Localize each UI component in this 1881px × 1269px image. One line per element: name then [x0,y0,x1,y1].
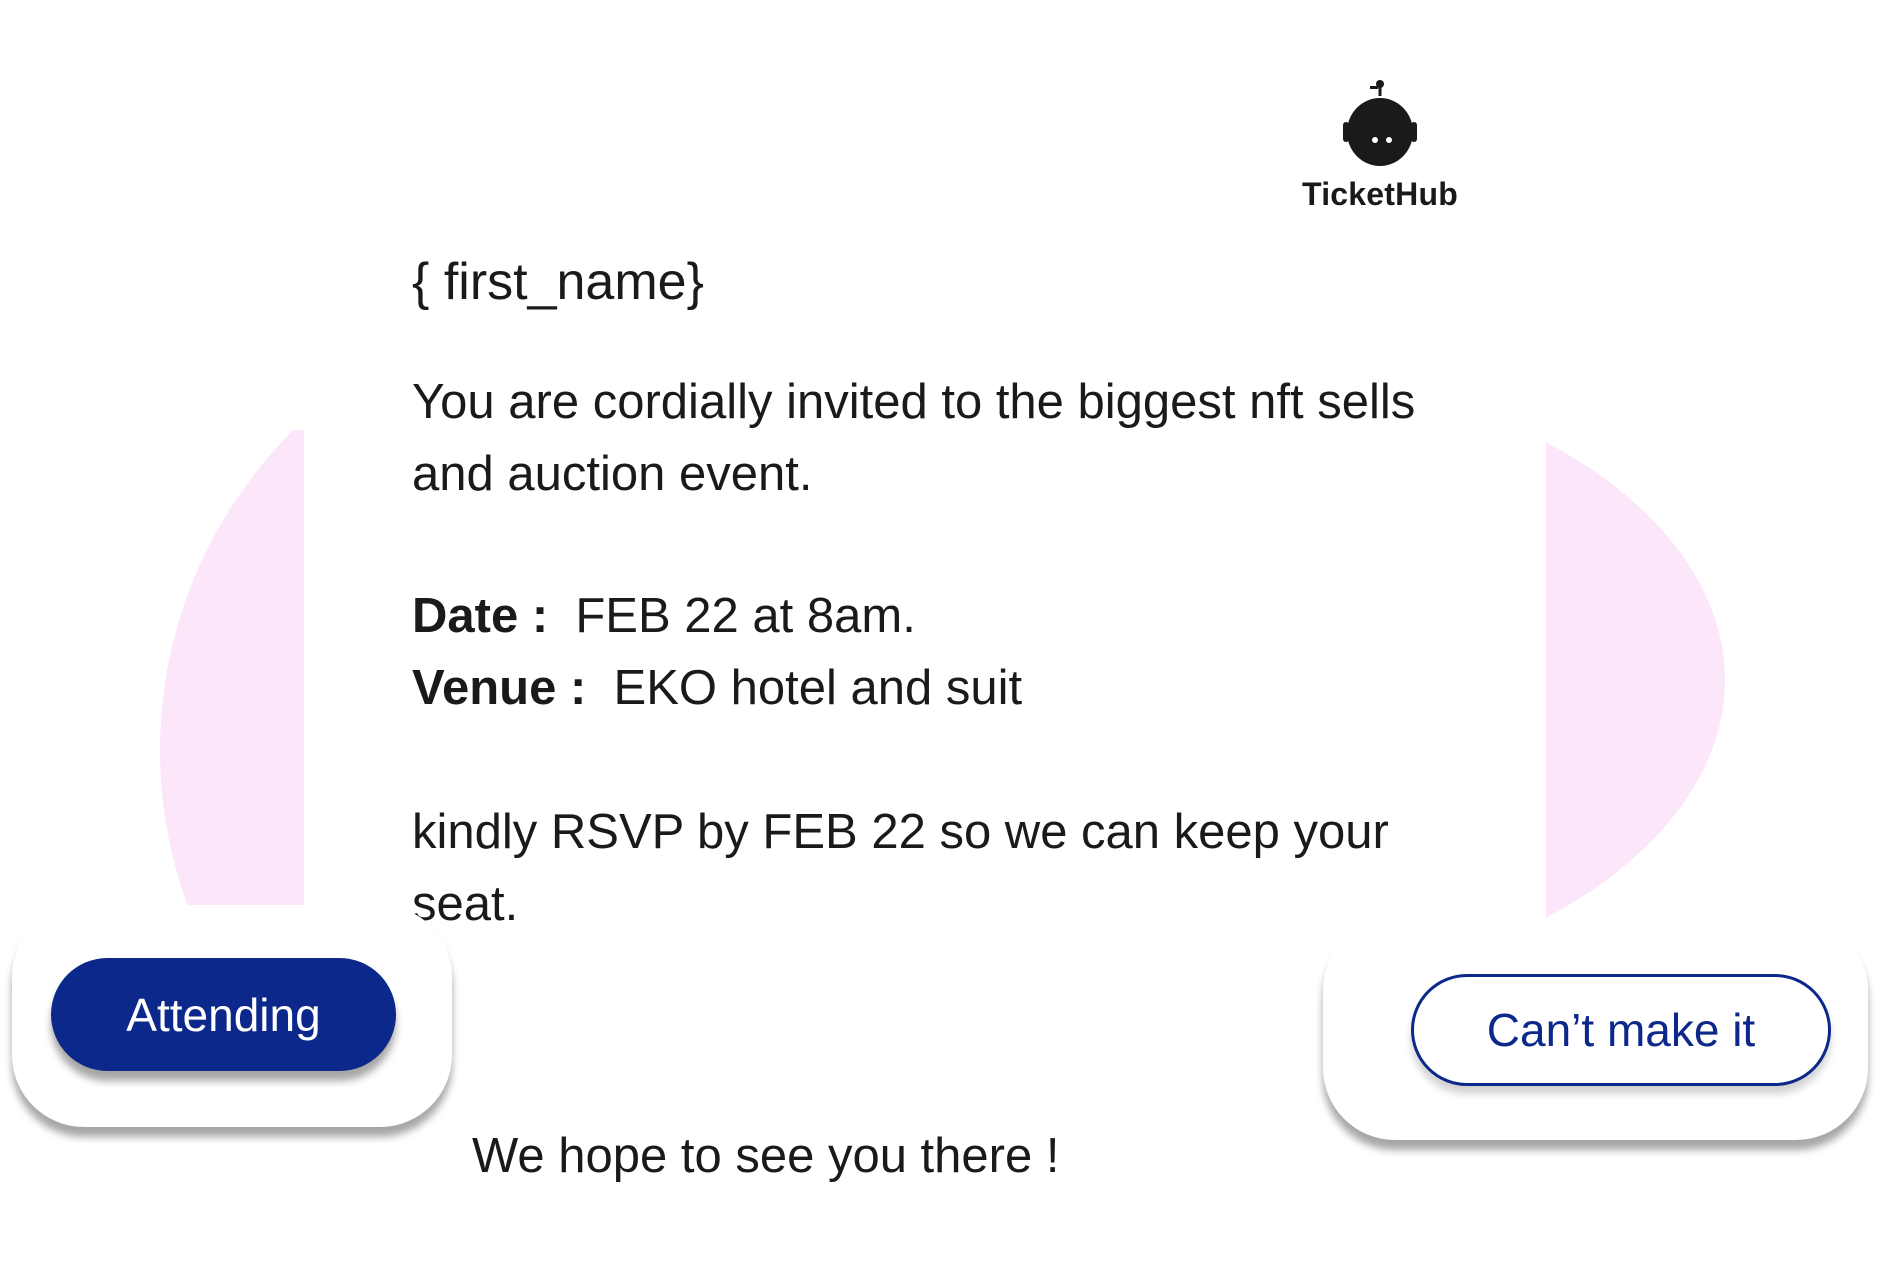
date-label: Date : [412,589,549,643]
brand-name: TicketHub [1302,176,1458,212]
venue-label: Venue : [412,661,587,715]
brand-logo: TicketHub [1290,78,1470,213]
venue-row: Venue : EKO hotel and suit [412,652,1022,724]
invitation-message: You are cordially invited to the biggest… [412,375,1416,501]
background-blob-left-wrapper [160,430,305,905]
rsvp-note: kindly RSVP by FEB 22 so we can keep you… [412,805,1389,931]
robot-head-icon [1343,80,1417,166]
cant-make-it-button[interactable]: Can’t make it [1411,974,1831,1086]
closing-message: We hope to see you there ! [472,1129,1060,1183]
background-blob-left [160,430,305,905]
date-row: Date : FEB 22 at 8am. [412,580,1022,652]
background-blob-right [1545,360,1725,920]
venue-value: EKO hotel and suit [613,661,1023,715]
attending-button[interactable]: Attending [51,958,396,1071]
event-details: Date : FEB 22 at 8am. Venue : EKO hotel … [412,580,1022,724]
greeting: { first_name} [412,253,704,311]
date-value: FEB 22 at 8am. [575,589,916,643]
background-blob-right-wrapper [1545,360,1725,920]
